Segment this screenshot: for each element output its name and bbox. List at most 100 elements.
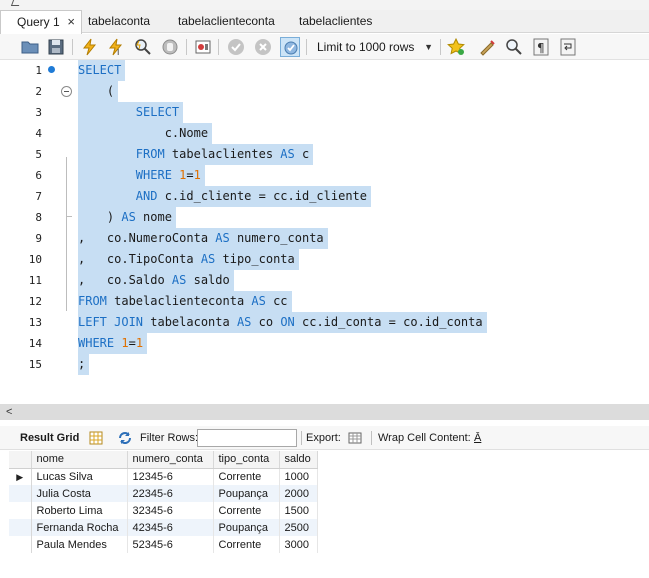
table-cell[interactable]: Corrente [213, 536, 280, 553]
stop-icon[interactable] [160, 37, 180, 57]
table-cell[interactable]: Poupança [213, 519, 280, 536]
table-cell[interactable]: 2000 [279, 485, 318, 502]
save-icon[interactable] [46, 37, 66, 57]
table-cell[interactable]: 52345-6 [127, 536, 214, 553]
wrap-cell-content-toggle-icon[interactable]: Ā [474, 426, 481, 450]
code-line[interactable]: 2 ( [0, 81, 649, 102]
code-line[interactable]: 15; [0, 354, 649, 375]
sql-keyword: AS [121, 210, 136, 224]
row-header[interactable] [9, 519, 32, 536]
line-number: 14 [28, 337, 42, 350]
code-line[interactable]: 4 c.Nome [0, 123, 649, 144]
code-text: , co.Saldo AS saldo [78, 270, 234, 291]
table-cell[interactable]: 22345-6 [127, 485, 214, 502]
sql-keyword: AND [135, 189, 158, 203]
explain-icon[interactable] [133, 37, 153, 57]
row-header[interactable] [9, 536, 32, 553]
code-line[interactable]: 9 , co.NumeroConta AS numero_conta [0, 228, 649, 249]
code-line[interactable]: 6 WHERE 1=1 [0, 165, 649, 186]
code-line[interactable]: 13 LEFT JOIN tabelaconta AS co ON cc.id_c… [0, 312, 649, 333]
filter-rows-label: Filter Rows: [140, 432, 199, 444]
line-number: 3 [35, 106, 42, 119]
code-line[interactable]: 5 FROM tabelaclientes AS c [0, 144, 649, 165]
table-row[interactable]: ▶ Lucas Silva 12345-6 Corrente 1000 [9, 468, 318, 485]
table-row[interactable]: Fernanda Rocha 42345-6 Poupança 2500 [9, 519, 318, 536]
table-cell[interactable]: Julia Costa [31, 485, 128, 502]
code-line[interactable]: 7 AND c.id_cliente = cc.id_cliente [0, 186, 649, 207]
row-header[interactable] [9, 502, 32, 519]
sql-keyword: SELECT [135, 105, 180, 119]
scroll-left-arrow-icon[interactable]: < [6, 404, 12, 420]
sql-editor[interactable]: 1 SELECT 2 (3 SELECT 4 c.Nome 5 FROM tabelac… [0, 60, 649, 404]
table-row[interactable]: Julia Costa 22345-6 Poupança 2000 [9, 485, 318, 502]
toolbar-separator [72, 39, 73, 55]
export-icon[interactable] [347, 430, 363, 446]
fold-toggle-icon[interactable] [61, 86, 72, 97]
table-cell[interactable]: 12345-6 [127, 468, 214, 485]
corner-mark-icon [10, 0, 22, 6]
code-text: c.Nome [78, 123, 213, 144]
code-text: FROM tabelaclientes AS c [78, 144, 314, 165]
table-row[interactable]: Roberto Lima 32345-6 Corrente 1500 [9, 502, 318, 519]
table-cell[interactable]: 3000 [279, 536, 318, 553]
sql-keyword: AS [215, 231, 230, 245]
code-line[interactable]: 14 WHERE 1=1 [0, 333, 649, 354]
toggle-output-icon[interactable] [193, 37, 213, 57]
limit-rows-select[interactable]: Limit to 1000 rows ▼ [311, 37, 439, 57]
code-line[interactable]: 10 , co.TipoConta AS tipo_conta [0, 249, 649, 270]
execute-icon[interactable] [80, 37, 100, 57]
column-header-numero-conta[interactable]: numero_conta [127, 451, 214, 469]
result-grid-tab[interactable]: Result Grid [20, 426, 79, 450]
commit-icon[interactable] [226, 37, 246, 57]
table-cell[interactable]: Paula Mendes [31, 536, 128, 553]
toolbar-separator [371, 431, 372, 445]
tab-tabelaclientes[interactable]: tabelaclientes [283, 10, 372, 33]
code-line[interactable]: 1 SELECT [0, 60, 649, 81]
line-number: 1 [35, 64, 42, 77]
code-line[interactable]: 3 SELECT [0, 102, 649, 123]
table-cell[interactable]: 32345-6 [127, 502, 214, 519]
autocommit-icon[interactable] [280, 37, 300, 57]
table-cell[interactable]: Poupança [213, 485, 280, 502]
grid-view-icon[interactable] [88, 430, 104, 446]
tab-tabelaclienteconta[interactable]: tabelaclienteconta [162, 10, 275, 33]
column-header-tipo-conta[interactable]: tipo_conta [213, 451, 280, 469]
table-cell[interactable]: Lucas Silva [31, 468, 128, 485]
code-line[interactable]: 11 , co.Saldo AS saldo [0, 270, 649, 291]
table-cell[interactable]: Corrente [213, 468, 280, 485]
editor-horizontal-scrollbar[interactable]: < [0, 404, 649, 420]
toolbar-separator [186, 39, 187, 55]
filter-rows-input[interactable] [197, 429, 297, 447]
sql-number: 1 [135, 336, 144, 350]
beautify-icon[interactable] [478, 37, 498, 57]
current-row-arrow-icon[interactable]: ▶ [9, 468, 32, 485]
wrap-icon[interactable] [558, 37, 578, 57]
favorite-add-icon[interactable] [446, 37, 466, 57]
limit-rows-value: Limit to 1000 rows [317, 40, 415, 54]
find-icon[interactable] [504, 37, 524, 57]
table-cell[interactable]: 1000 [279, 468, 318, 485]
column-header-nome[interactable]: nome [31, 451, 128, 469]
invisible-chars-icon[interactable]: ¶ [531, 37, 551, 57]
svg-text:¶: ¶ [537, 41, 545, 55]
code-line[interactable]: 8 ) AS nome [0, 207, 649, 228]
open-folder-icon[interactable] [20, 37, 40, 57]
tab-tabelaconta[interactable]: tabelaconta [72, 10, 150, 33]
table-cell[interactable]: Roberto Lima [31, 502, 128, 519]
table-cell[interactable]: 42345-6 [127, 519, 214, 536]
line-number: 5 [35, 148, 42, 161]
table-cell[interactable]: 2500 [279, 519, 318, 536]
execute-current-icon[interactable]: I [106, 37, 126, 57]
tab-query-1[interactable]: Query 1 × [0, 10, 82, 34]
table-row[interactable]: Paula Mendes 52345-6 Corrente 3000 [9, 536, 318, 553]
column-header-saldo[interactable]: saldo [279, 451, 318, 469]
refresh-icon[interactable] [117, 430, 133, 446]
line-number: 2 [35, 85, 42, 98]
code-line[interactable]: 12 FROM tabelaclienteconta AS cc [0, 291, 649, 312]
row-header[interactable] [9, 485, 32, 502]
table-cell[interactable]: Fernanda Rocha [31, 519, 128, 536]
table-cell[interactable]: 1500 [279, 502, 318, 519]
table-cell[interactable]: Corrente [213, 502, 280, 519]
rollback-icon[interactable] [253, 37, 273, 57]
